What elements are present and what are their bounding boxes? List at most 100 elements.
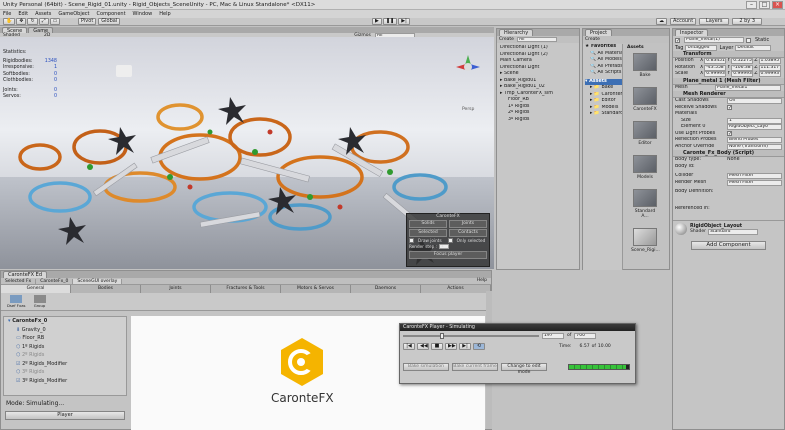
cfx-tree-node[interactable]: ☑ 2º Rigids_Modifier xyxy=(4,360,126,369)
bake-current-frame-button[interactable]: Bake current frame xyxy=(452,363,498,371)
favorite-item[interactable]: 🔍 All Scripts xyxy=(585,70,622,77)
cfx-tab-daemons[interactable]: Daemons xyxy=(351,284,421,293)
play-icon[interactable]: ▶ xyxy=(372,18,382,25)
rect-tool-button[interactable]: ▭ xyxy=(49,18,61,25)
mesh-filter-header[interactable]: Plane_metal 1 (Mesh Filter) xyxy=(673,77,784,85)
layer-dropdown[interactable]: Default xyxy=(735,44,772,51)
menu-item-help[interactable]: Help xyxy=(159,11,170,17)
caronte-body-header[interactable]: Caronte_Fx_Body (Script) xyxy=(673,150,784,157)
position-x-input[interactable]: 0.83451 xyxy=(704,58,727,65)
receive-shadows-checkbox[interactable]: ✓ xyxy=(727,105,732,111)
asset-thumbnail[interactable]: Models xyxy=(631,155,659,180)
cfx-tab-fractures-tools[interactable]: Fractures & Tools xyxy=(211,284,281,293)
asset-thumbnail[interactable]: Scene_Rigi... xyxy=(631,228,660,253)
next-frame-icon[interactable]: ▶▶ xyxy=(445,343,457,350)
object-active-checkbox[interactable]: ✓ xyxy=(675,37,680,43)
draw-joints-checkbox[interactable] xyxy=(409,238,414,243)
static-checkbox[interactable] xyxy=(746,37,751,43)
subtab-carontefx0[interactable]: CaronteFx_0 xyxy=(36,278,74,284)
menu-item-edit[interactable]: Edit xyxy=(18,11,28,17)
close-button[interactable]: × xyxy=(772,1,783,9)
frame-total-input[interactable]: 700 xyxy=(574,332,597,339)
cfx-tree-node[interactable]: ⬡ 2º Rigids xyxy=(4,351,126,360)
tab-project[interactable]: Project xyxy=(585,29,613,36)
focus-player-button[interactable]: Focus player xyxy=(409,251,487,259)
render-step-input[interactable]: 1 xyxy=(439,244,450,249)
tab-inspector[interactable]: Inspector xyxy=(675,29,709,36)
object-name-input[interactable]: Plane_metal(1) xyxy=(684,37,744,43)
subtab-scenegui[interactable]: SceneGUI overlay xyxy=(73,278,123,284)
cfx-tree-node[interactable]: ▾ CaronteFx_0 xyxy=(4,317,126,326)
render-mesh-dropdown[interactable]: Mesh Filter xyxy=(727,179,782,186)
hierarchy-search-input[interactable]: All xyxy=(516,37,557,42)
hierarchy-create-dropdown[interactable]: Create xyxy=(499,37,514,42)
rotation-z-input[interactable]: 111.317 xyxy=(758,64,781,71)
hand-tool-button[interactable]: ✋ xyxy=(3,18,16,25)
anchor-field[interactable]: None (Transform) xyxy=(727,143,782,150)
layout-dropdown[interactable]: 2 by 3 xyxy=(732,18,763,25)
position-z-input[interactable]: 1.03895 xyxy=(758,58,781,65)
account-dropdown[interactable]: Account xyxy=(670,18,697,25)
rotate-tool-button[interactable]: ↻ xyxy=(27,18,38,25)
step-icon[interactable]: ▶| xyxy=(398,18,410,25)
cfx-tab-actions[interactable]: Actions xyxy=(421,284,491,293)
menu-item-window[interactable]: Window xyxy=(133,11,153,17)
cfx-tab-joints[interactable]: Joints xyxy=(141,284,211,293)
scale-tool-button[interactable]: ⤢ xyxy=(38,18,49,25)
overlay-joints-button[interactable]: Joints xyxy=(449,220,487,228)
cfx-tree-node[interactable]: ⬡ 3º Rigids xyxy=(4,368,126,377)
frame-slider-thumb[interactable] xyxy=(440,332,445,339)
scale-y-input[interactable]: 0.99993 xyxy=(731,71,754,78)
overlay-contacts-button[interactable]: Contacts xyxy=(449,229,487,237)
global-toggle[interactable]: Global xyxy=(98,18,121,25)
shader-dropdown[interactable]: Standard xyxy=(707,228,758,235)
stop-icon[interactable]: ■ xyxy=(431,343,443,350)
tab-hierarchy[interactable]: Hierarchy xyxy=(499,29,534,36)
cfx-tree-node[interactable]: ▭ Floor_RB xyxy=(4,334,126,343)
cfx-tab-general[interactable]: General xyxy=(1,284,71,293)
cfx-player-button[interactable]: Player xyxy=(5,411,125,420)
cfx-tab-motors-servos[interactable]: Motors & Servos xyxy=(281,284,351,293)
tag-dropdown[interactable]: Untagged xyxy=(685,44,718,51)
cfx-help-button[interactable]: Help xyxy=(477,278,487,283)
frame-input[interactable]: 197 xyxy=(542,332,564,339)
light-probes-checkbox[interactable]: ✓ xyxy=(727,131,732,137)
scale-z-input[interactable]: 0.99993 xyxy=(758,71,781,78)
asset-folder-item[interactable]: ▸ 📁 Standard A xyxy=(585,111,622,118)
hierarchy-item[interactable]: 3º Rigids xyxy=(500,117,579,124)
asset-thumbnail[interactable]: CaronteFX xyxy=(631,87,659,112)
overlay-solids-button[interactable]: Solids xyxy=(409,220,447,228)
pivot-toggle[interactable]: Pivot xyxy=(78,18,97,25)
overlay-selected-button[interactable]: Selected xyxy=(409,229,447,237)
transform-header[interactable]: Transform xyxy=(673,51,784,58)
menu-item-component[interactable]: Component xyxy=(97,11,126,17)
scale-x-input[interactable]: 0.99993 xyxy=(704,71,727,78)
project-create-dropdown[interactable]: Create xyxy=(585,37,600,42)
reflection-probes-dropdown[interactable]: Blend Probes xyxy=(727,137,782,144)
element0-field[interactable]: RigidObject_Layo xyxy=(727,124,782,131)
cast-shadows-dropdown[interactable]: On xyxy=(727,98,782,105)
asset-thumbnail[interactable]: Editor xyxy=(631,121,659,146)
size-input[interactable]: 1 xyxy=(727,117,782,124)
cfx-tab-bodies[interactable]: Bodies xyxy=(71,284,141,293)
scene-view[interactable]: Persp CaronteFX Solids Joints Selected C… xyxy=(0,37,494,269)
add-component-button[interactable]: Add Component xyxy=(691,241,766,250)
cfx-tree-node[interactable]: ⬡ 1º Rigids xyxy=(4,343,126,352)
dsef-fxas-icon[interactable]: Dsef Fxas xyxy=(7,295,26,308)
frame-slider[interactable] xyxy=(403,332,539,339)
tab-carontefx-editor[interactable]: CaronteFX Ed xyxy=(3,271,47,278)
menu-item-file[interactable]: File xyxy=(3,11,11,17)
menu-item-gameobject[interactable]: GameObject xyxy=(58,11,89,17)
mesh-field[interactable]: Plane_metal1 xyxy=(715,84,781,91)
layers-dropdown[interactable]: Layers xyxy=(699,18,730,25)
first-frame-icon[interactable]: |◀ xyxy=(403,343,415,350)
only-selected-checkbox[interactable] xyxy=(447,238,453,243)
asset-thumbnail[interactable]: Bake xyxy=(631,53,659,78)
bake-simulation-button[interactable]: Bake simulation xyxy=(403,363,449,371)
cloud-icon[interactable]: ☁ xyxy=(656,18,667,25)
change-to-edit-mode-button[interactable]: Change to edit mode xyxy=(501,363,547,375)
group-icon[interactable]: Group xyxy=(33,295,46,308)
last-frame-icon[interactable]: ▶| xyxy=(459,343,471,350)
loop-icon[interactable]: ⟲ xyxy=(473,343,485,350)
rotation-x-input[interactable]: -43.558 xyxy=(704,64,727,71)
